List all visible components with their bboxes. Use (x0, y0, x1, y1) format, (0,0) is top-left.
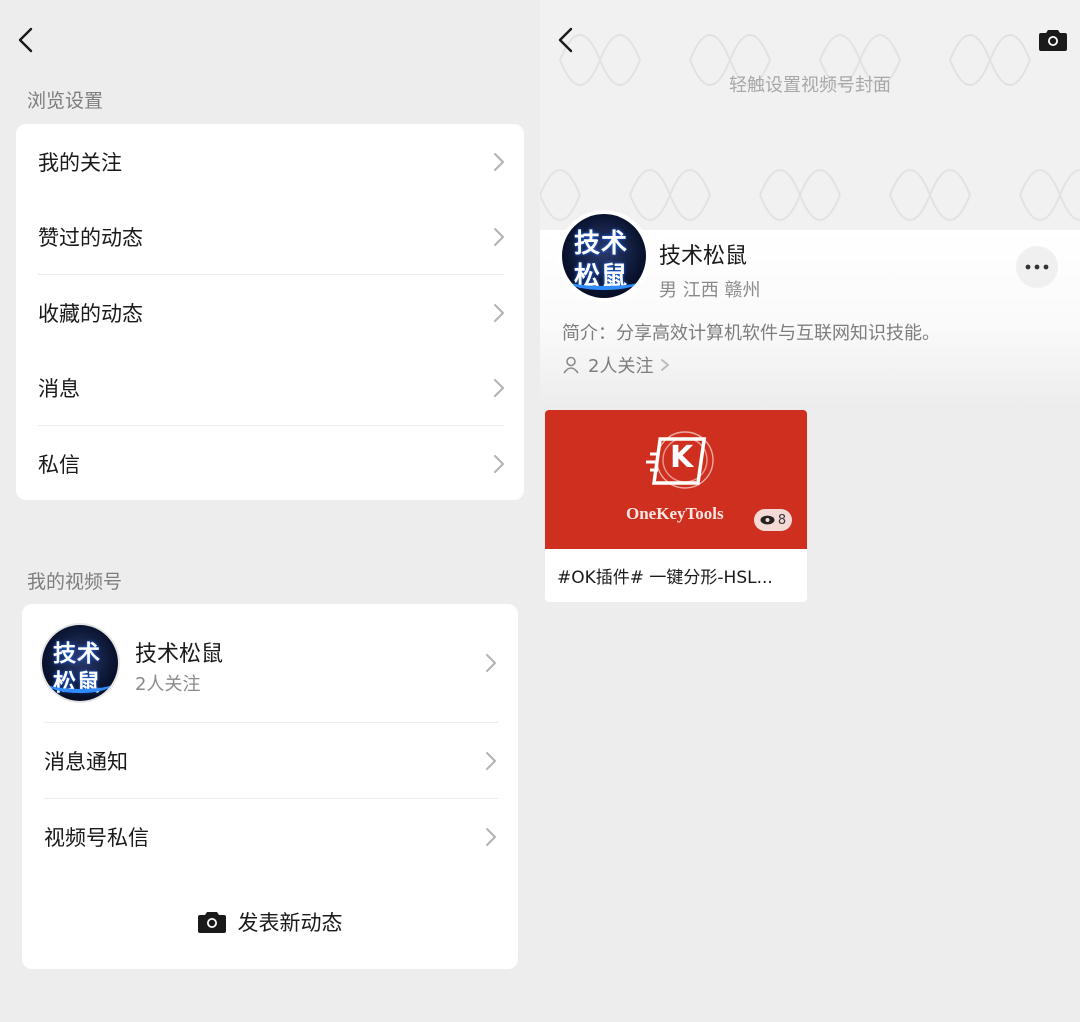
logo-letter: K (670, 440, 694, 475)
chevron-right-icon (494, 378, 504, 397)
profile-meta: 男 江西 赣州 (659, 280, 761, 301)
video-thumbnail: K OneKeyTools 8 (545, 410, 807, 549)
cover-hint: 轻触设置视频号封面 (729, 75, 891, 96)
back-arrow-icon[interactable] (552, 25, 582, 55)
post-new-label: 发表新动态 (237, 911, 343, 935)
profile-bio: 简介：分享高效计算机软件与互联网知识技能。 (562, 323, 940, 344)
menu-item-label: 收藏的动态 (38, 301, 143, 326)
browse-settings-title: 浏览设置 (27, 90, 104, 112)
chevron-right-icon (494, 454, 504, 473)
back-arrow-icon[interactable] (12, 25, 42, 55)
menu-item-liked[interactable]: 赞过的动态 (16, 199, 524, 274)
menu-item-notifications[interactable]: 消息通知 (22, 723, 518, 798)
settings-panel: 浏览设置 我的关注 赞过的动态 收藏的动态 消息 私信 我的视频号 技术 松鼠 … (0, 0, 540, 1022)
channel-name: 技术松鼠 (135, 642, 224, 667)
my-channel-title: 我的视频号 (27, 571, 123, 593)
menu-item-label: 消息 (38, 376, 80, 401)
profile-followers: 2人关注 (588, 356, 654, 377)
eye-icon (760, 515, 775, 525)
menu-item-private-messages[interactable]: 私信 (16, 426, 524, 501)
menu-item-following[interactable]: 我的关注 (16, 124, 524, 199)
camera-icon[interactable] (1039, 28, 1067, 52)
avatar[interactable]: 技术 松鼠 (562, 214, 646, 298)
profile-followers-link[interactable]: 2人关注 (562, 352, 671, 378)
chevron-right-icon (486, 827, 496, 846)
menu-item-messages[interactable]: 消息 (16, 350, 524, 425)
avatar: 技术 松鼠 (42, 625, 118, 701)
menu-item-favorites[interactable]: 收藏的动态 (16, 275, 524, 350)
menu-item-label: 私信 (38, 452, 80, 477)
view-count-badge: 8 (754, 509, 792, 531)
chevron-right-icon (494, 303, 504, 322)
menu-item-channel-messages[interactable]: 视频号私信 (22, 799, 518, 874)
camera-icon (197, 912, 226, 933)
more-dots-icon (1025, 264, 1049, 270)
menu-item-label: 赞过的动态 (38, 225, 143, 250)
chevron-right-icon (661, 359, 670, 371)
menu-item-label: 消息通知 (44, 749, 128, 774)
chevron-right-icon (494, 227, 504, 246)
channel-profile-panel: 轻触设置视频号封面 技术 松鼠 技术松鼠 男 江西 赣州 简介：分享高效计算机软… (540, 0, 1080, 1022)
cover-area[interactable]: 轻触设置视频号封面 (540, 0, 1080, 240)
avatar-text-top: 技术 (574, 229, 629, 259)
chevron-right-icon (486, 654, 496, 672)
channel-followers: 2人关注 (135, 674, 201, 695)
browse-settings-card: 我的关注 赞过的动态 收藏的动态 消息 私信 (16, 124, 524, 500)
avatar-arc (48, 675, 112, 693)
video-caption: #OK插件# 一键分形-HSL... (557, 568, 773, 588)
video-brand: OneKeyTools (626, 504, 724, 523)
view-count: 8 (777, 512, 787, 528)
my-channel-card: 技术 松鼠 技术松鼠 2人关注 消息通知 视频号私信 发表新动态 (22, 604, 518, 969)
chevron-right-icon (494, 152, 504, 171)
person-icon (563, 356, 579, 374)
menu-item-label: 视频号私信 (44, 825, 149, 850)
menu-item-label: 我的关注 (38, 150, 122, 175)
cover-pattern (540, 34, 1080, 221)
profile-name: 技术松鼠 (659, 244, 748, 269)
chevron-right-icon (486, 751, 496, 770)
more-button[interactable] (1016, 246, 1058, 288)
channel-profile-row[interactable]: 技术 松鼠 技术松鼠 2人关注 (22, 604, 518, 722)
video-card[interactable]: K OneKeyTools 8 #OK插件# 一键分形-HSL... (545, 410, 807, 602)
post-new-button[interactable]: 发表新动态 (22, 894, 518, 950)
avatar-arc (568, 272, 640, 290)
